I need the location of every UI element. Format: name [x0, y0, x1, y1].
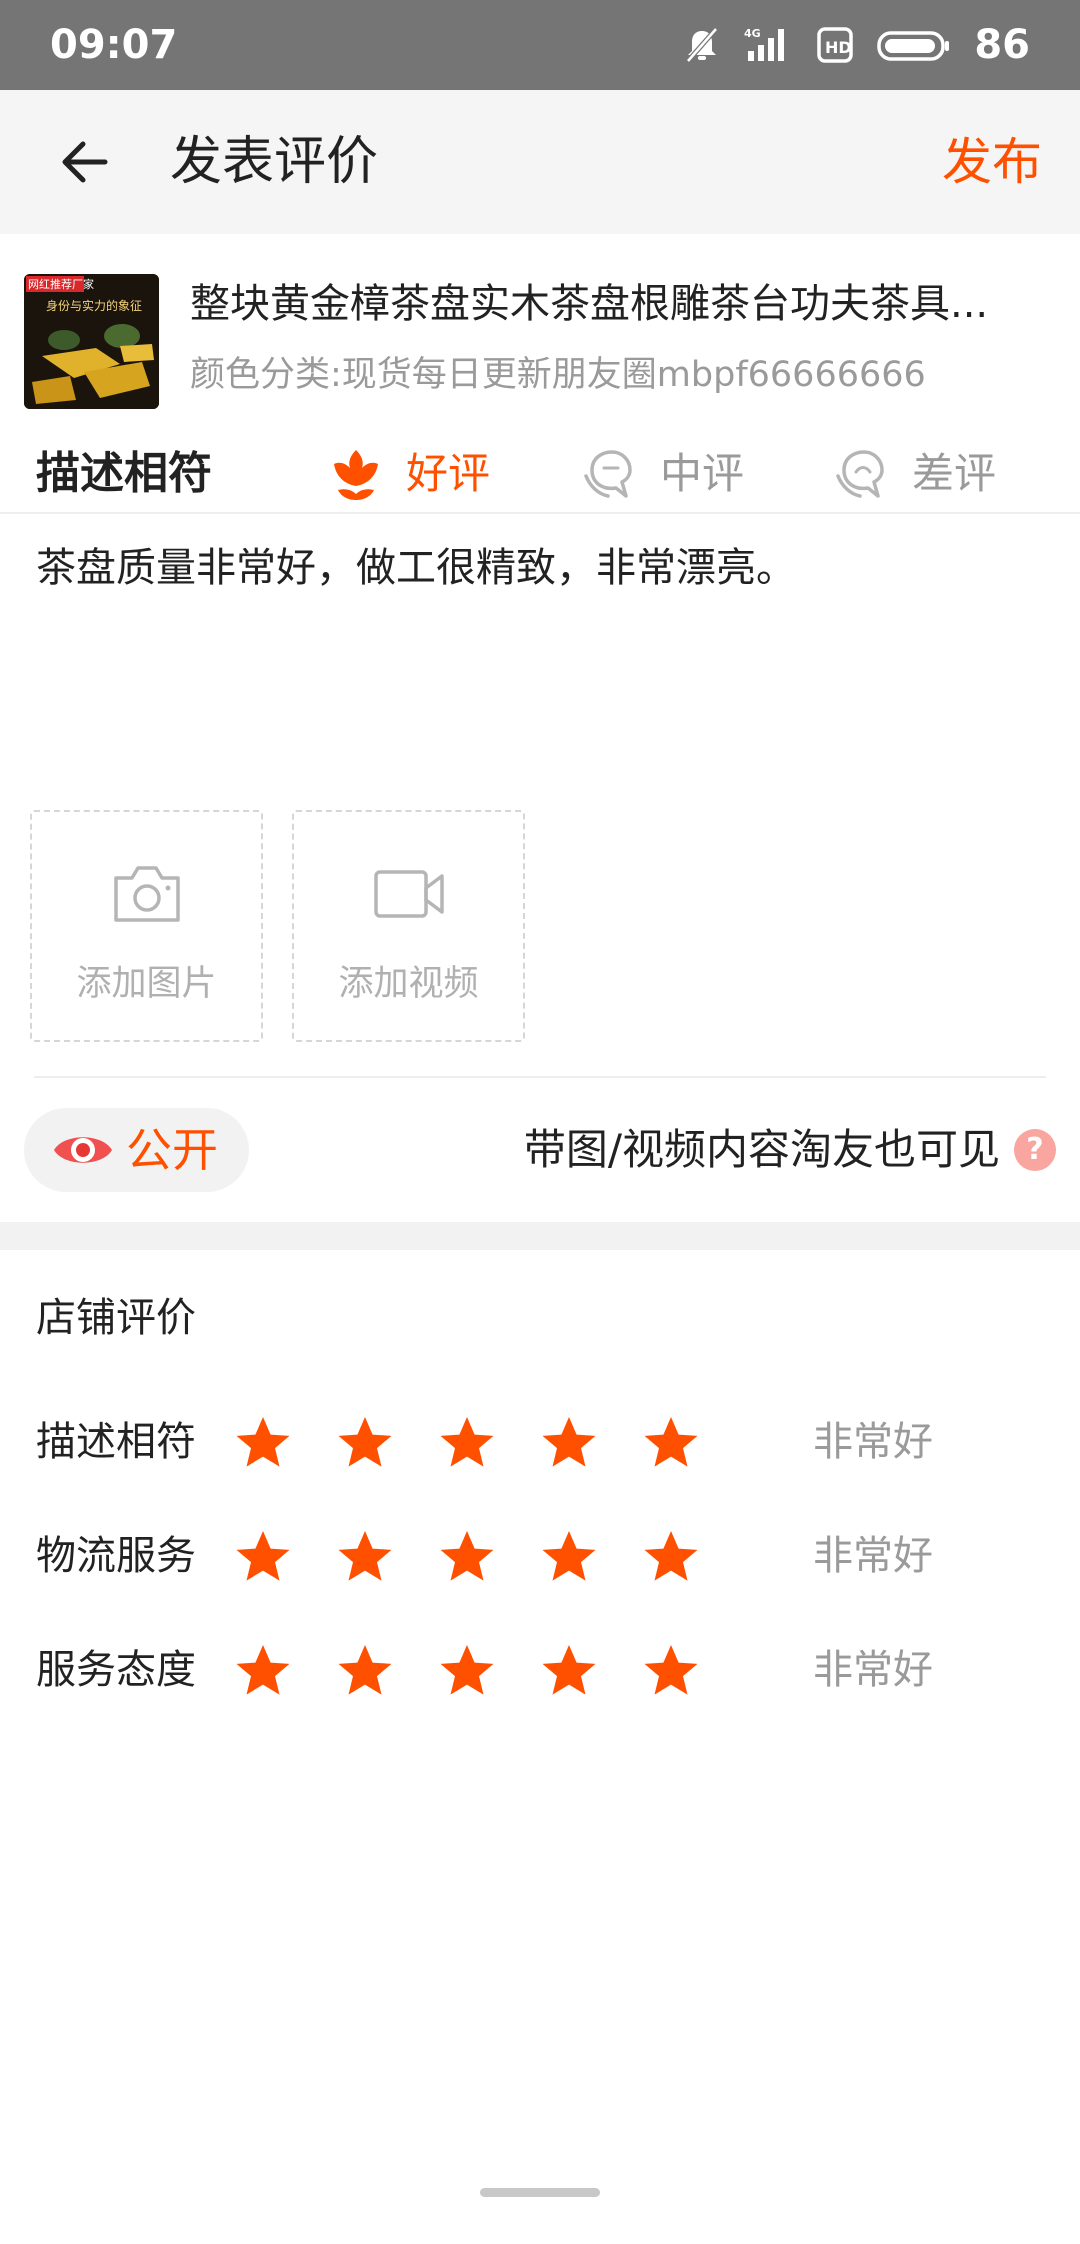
star-icon[interactable] [437, 1414, 497, 1474]
product-sku: 颜色分类:现货每日更新朋友圈mbpf66666666 [190, 355, 926, 395]
visibility-label: 公开 [126, 1123, 218, 1177]
add-video-button[interactable]: 添加视频 [292, 810, 525, 1042]
video-camera-icon [373, 870, 444, 918]
network-type-text: 4G [744, 27, 761, 40]
star-icon[interactable] [335, 1414, 395, 1474]
rating-value: 非常好 [813, 1533, 933, 1579]
help-icon[interactable]: ? [1014, 1129, 1056, 1171]
star-icon[interactable] [641, 1528, 701, 1588]
star-icon[interactable] [437, 1528, 497, 1588]
hd-icon: HD [816, 25, 854, 65]
visibility-note: 带图/视频内容淘友也可见 [523, 1125, 1000, 1174]
star-rating [233, 1414, 743, 1474]
rating-option-label: 好评 [406, 449, 491, 498]
shop-rating-title: 店铺评价 [36, 1295, 196, 1341]
visibility-toggle[interactable]: 公开 [24, 1108, 249, 1192]
star-icon[interactable] [539, 1528, 599, 1588]
star-icon[interactable] [233, 1528, 293, 1588]
svg-text:HD: HD [825, 38, 852, 57]
shop-rating-row-description: 描述相符 非常好 [0, 1402, 1080, 1482]
flower-icon [334, 450, 378, 500]
battery-icon [876, 25, 952, 65]
battery-level: 86 [974, 22, 1030, 68]
star-icon[interactable] [437, 1642, 497, 1702]
star-rating [233, 1642, 743, 1702]
back-button[interactable] [48, 130, 118, 194]
rating-option-good[interactable]: 好评 [328, 442, 490, 506]
eye-icon [52, 1129, 114, 1171]
camera-icon [113, 866, 180, 922]
status-icons: 4G HD 86 [660, 20, 1030, 70]
add-photo-label: 添加图片 [76, 964, 217, 1004]
rating-value: 非常好 [813, 1647, 933, 1693]
star-icon[interactable] [539, 1414, 599, 1474]
star-icon[interactable] [641, 1414, 701, 1474]
product-title[interactable]: 整块黄金樟茶盘实木茶盘根雕茶台功夫茶具... [190, 276, 1020, 332]
add-photo-button[interactable]: 添加图片 [30, 810, 263, 1042]
star-icon[interactable] [335, 1642, 395, 1702]
star-rating [233, 1528, 743, 1588]
rating-option-neutral[interactable]: 中评 [582, 442, 744, 506]
nav-bar: 发表评价 发布 [0, 90, 1080, 234]
row-label: 物流服务 [36, 1533, 196, 1579]
signal-icon: 4G [744, 25, 794, 65]
rating-value: 非常好 [813, 1419, 933, 1465]
row-label: 描述相符 [36, 1419, 196, 1465]
neutral-face-icon [584, 450, 632, 498]
divider [34, 1076, 1046, 1078]
thumb-tagline-text: 身份与实力的象征 [46, 298, 142, 313]
rating-option-label: 差评 [912, 449, 997, 498]
section-divider [0, 1222, 1080, 1250]
status-bar: 09:07 4G HD 86 [0, 0, 1080, 90]
shop-rating-row-logistics: 物流服务 非常好 [0, 1516, 1080, 1596]
star-icon[interactable] [641, 1642, 701, 1702]
shop-rating-row-service: 服务态度 非常好 [0, 1630, 1080, 1710]
page-title: 发表评价 [170, 132, 379, 192]
star-icon[interactable] [335, 1528, 395, 1588]
bell-off-icon [682, 25, 722, 65]
rating-option-bad[interactable]: 差评 [834, 442, 996, 506]
rating-option-label: 中评 [660, 449, 745, 498]
review-textarea[interactable]: 茶盘质量非常好，做工很精致，非常漂亮。 [36, 540, 1046, 596]
thumb-badge-text: 网红推荐厂家 [28, 277, 94, 291]
product-thumbnail[interactable]: 网红推荐厂家 身份与实力的象征 [24, 274, 159, 409]
add-video-label: 添加视频 [338, 964, 479, 1004]
star-icon[interactable] [233, 1414, 293, 1474]
product-card: 网红推荐厂家 身份与实力的象征 整块黄金樟茶盘实木茶盘根雕茶台功夫茶具... 颜… [0, 234, 1080, 414]
home-indicator[interactable] [480, 2188, 600, 2197]
star-icon[interactable] [539, 1642, 599, 1702]
rating-label: 描述相符 [36, 448, 212, 499]
status-time: 09:07 [50, 22, 178, 68]
back-arrow-icon [62, 141, 108, 183]
publish-button[interactable]: 发布 [942, 130, 1042, 194]
row-label: 服务态度 [36, 1647, 196, 1693]
sad-face-icon [836, 450, 884, 498]
rating-selector: 描述相符 好评 中评 差评 [0, 432, 1080, 514]
star-icon[interactable] [233, 1642, 293, 1702]
